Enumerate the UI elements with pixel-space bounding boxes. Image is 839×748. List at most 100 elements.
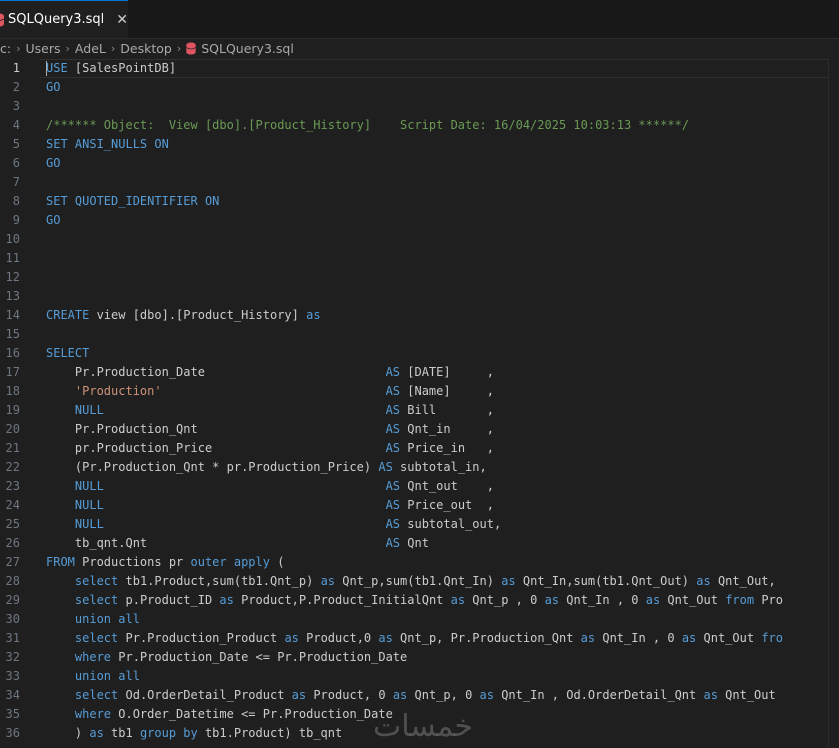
code-text: NULL AS Qnt_out , — [46, 477, 494, 496]
code-line[interactable]: 11 — [0, 249, 839, 268]
code-line[interactable]: 22 (Pr.Production_Qnt * pr.Production_Pr… — [0, 458, 839, 477]
token-plain: subtotal_in, — [392, 460, 487, 474]
code-line[interactable]: 26 tb_qnt.Qnt AS Qnt — [0, 534, 839, 553]
code-line[interactable]: 12 — [0, 268, 839, 287]
token-plain: Qnt_in , — [400, 422, 494, 436]
code-line[interactable]: 15 — [0, 325, 839, 344]
code-line[interactable]: 31 select Pr.Production_Product as Produ… — [0, 629, 839, 648]
line-number: 3 — [12, 99, 20, 113]
token-plain: (Pr.Production_Qnt * pr.Production_Price… — [46, 460, 379, 474]
code-line[interactable]: 24 NULL AS Price_out , — [0, 496, 839, 515]
code-line[interactable]: 14 CREATE view [dbo].[Product_History] as — [0, 306, 839, 325]
code-text: USE [SalesPointDB] — [46, 59, 176, 78]
token-kw: where — [74, 707, 112, 721]
token-kw: GO — [46, 156, 61, 170]
breadcrumb-drive[interactable]: c: — [0, 41, 11, 56]
token-str: 'Production' — [74, 384, 162, 398]
code-line[interactable]: 9 GO — [0, 211, 839, 230]
code-line[interactable]: 10 — [0, 230, 839, 249]
line-number: 26 — [5, 536, 20, 550]
breadcrumb-file-label: SQLQuery3.sql — [201, 40, 294, 56]
chevron-right-icon: › — [176, 41, 182, 55]
code-line[interactable]: 27 FROM Productions pr outer apply ( — [0, 553, 839, 572]
line-number: 8 — [12, 194, 20, 208]
token-kw: select — [74, 574, 119, 588]
code-text: NULL AS Price_out , — [46, 496, 494, 515]
token-plain: [SalesPointDB] — [67, 61, 177, 75]
breadcrumb-desktop[interactable]: Desktop — [120, 41, 172, 56]
line-number: 11 — [5, 251, 20, 265]
database-icon — [0, 13, 4, 27]
code-line[interactable]: 13 — [0, 287, 839, 306]
code-text: Pr.Production_Qnt AS Qnt_in , — [46, 420, 494, 439]
token-kw: as — [450, 593, 466, 607]
line-number: 31 — [5, 631, 20, 645]
code-line[interactable]: 25 NULL AS subtotal_out, — [0, 515, 839, 534]
code-line[interactable]: 7 — [0, 173, 839, 192]
code-line[interactable]: 19 NULL AS Bill , — [0, 401, 839, 420]
token-plain: [DATE] , — [400, 365, 494, 379]
line-number: 17 — [5, 365, 20, 379]
code-line[interactable]: 1 USE [SalesPointDB] — [0, 59, 839, 78]
line-number: 15 — [5, 327, 20, 341]
breadcrumb: c: › Users › AdeL › Desktop › SQLQuery3.… — [0, 38, 839, 58]
token-plain: Pr.Production_Date — [46, 365, 386, 379]
code-line[interactable]: 4 /****** Object: View [dbo].[Product_His… — [0, 116, 839, 135]
breadcrumb-file[interactable]: SQLQuery3.sql — [186, 41, 294, 56]
tab-bar: SQLQuery3.sql ✕ — [0, 0, 839, 39]
code-line[interactable]: 23 NULL AS Qnt_out , — [0, 477, 839, 496]
line-number: 35 — [5, 707, 20, 721]
token-kw: as — [544, 593, 560, 607]
code-editor[interactable]: 1 USE [SalesPointDB] 2 GO 3 4/****** Object: … — [0, 59, 839, 748]
token-kw: FROM — [46, 555, 75, 569]
token-plain: pr.Production_Price — [46, 441, 386, 455]
code-line[interactable]: 30 union all — [0, 610, 839, 629]
token-plain: ) — [46, 726, 90, 740]
token-kw: AS — [378, 460, 393, 474]
code-line[interactable]: 21 pr.Production_Price AS Price_in , — [0, 439, 839, 458]
code-line[interactable]: 16 SELECT — [0, 344, 839, 363]
breadcrumb-users[interactable]: Users — [26, 41, 61, 56]
code-line[interactable]: 6 GO — [0, 154, 839, 173]
code-text: GO — [46, 154, 60, 173]
code-line[interactable]: 5 SET ANSI_NULLS ON — [0, 135, 839, 154]
line-number: 10 — [5, 232, 20, 246]
breadcrumb-adel[interactable]: AdeL — [75, 41, 106, 56]
code-line[interactable]: 18 'Production' AS [Name] , — [0, 382, 839, 401]
code-line[interactable]: 2 GO — [0, 78, 839, 97]
code-line[interactable]: 29 select p.Product_ID as Product,P.Prod… — [0, 591, 839, 610]
token-kw: where — [74, 650, 112, 664]
close-icon[interactable]: ✕ — [116, 12, 128, 28]
token-plain: Qnt_In , 0 — [595, 631, 682, 645]
code-line[interactable]: 33 union all — [0, 667, 839, 686]
code-line[interactable]: 20 Pr.Production_Qnt AS Qnt_in , — [0, 420, 839, 439]
line-number: 33 — [5, 669, 20, 683]
code-line[interactable]: 17 Pr.Production_Date AS [DATE] , — [0, 363, 839, 382]
token-kw: AS — [385, 441, 401, 455]
line-number: 27 — [5, 555, 20, 569]
line-number: 32 — [5, 650, 20, 664]
code-line[interactable]: 32 where Pr.Production_Date <= Pr.Produc… — [0, 648, 839, 667]
token-kw: as — [645, 593, 661, 607]
token-plain: Qnt_Out — [717, 688, 776, 702]
token-plain: tb1.Product) tb_qnt — [197, 726, 343, 740]
code-line[interactable]: 28 select tb1.Product,sum(tb1.Qnt_p) as … — [0, 572, 839, 591]
tab-sqlquery3[interactable]: SQLQuery3.sql ✕ — [0, 0, 128, 38]
code-line[interactable]: 3 — [0, 97, 839, 116]
token-kw: union all — [74, 669, 140, 683]
line-number: 1 — [12, 61, 20, 75]
line-number: 16 — [5, 346, 20, 360]
line-number: 25 — [5, 517, 20, 531]
token-kw: USE — [46, 61, 68, 75]
line-number: 6 — [12, 156, 20, 170]
token-plain: Qnt — [400, 536, 429, 550]
code-line[interactable]: 8 SET QUOTED_IDENTIFIER ON — [0, 192, 839, 211]
database-icon — [186, 41, 197, 55]
code-text: SET QUOTED_IDENTIFIER ON — [46, 192, 219, 211]
token-plain: tb_qnt.Qnt — [46, 536, 386, 550]
line-number: 4 — [12, 118, 20, 132]
token-kw: AS — [385, 479, 401, 493]
token-plain: Product,0 — [298, 631, 379, 645]
token-kw: from — [725, 593, 755, 607]
